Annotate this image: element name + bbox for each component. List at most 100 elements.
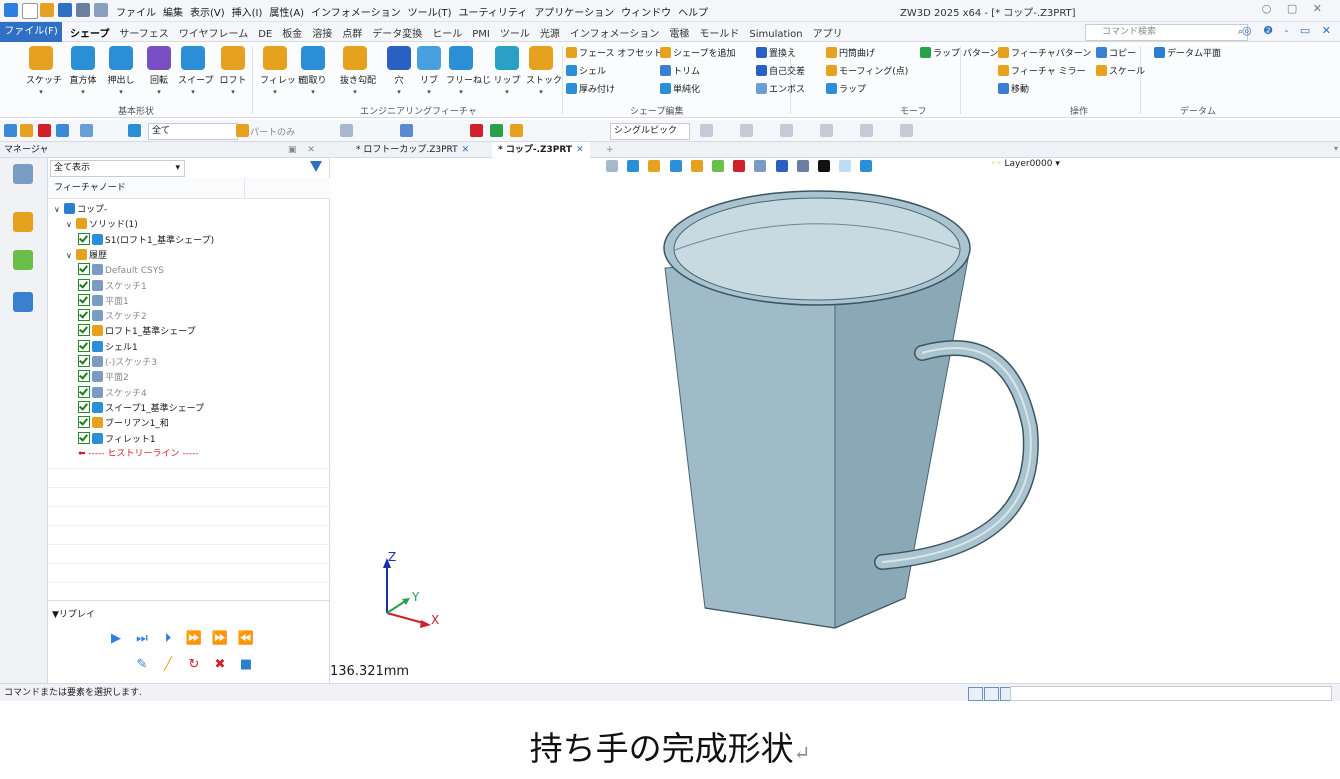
- visibility-checkbox[interactable]: [78, 263, 90, 276]
- ribbon-button[interactable]: スイープ ▾: [178, 46, 213, 96]
- ribbon-small-button[interactable]: コピー: [1096, 46, 1136, 59]
- ribbon-tab[interactable]: データ変換: [372, 29, 422, 40]
- ribbon-small-button[interactable]: 置換え: [756, 46, 796, 59]
- ribbon-button[interactable]: ストック ▾: [526, 46, 562, 96]
- replay-pen-icon[interactable]: ╱: [158, 655, 178, 675]
- view-manager-icon[interactable]: [13, 250, 33, 270]
- cup-model[interactable]: Z Y X: [330, 158, 1340, 683]
- visibility-checkbox[interactable]: [78, 400, 90, 413]
- ribbon-tab[interactable]: ワイヤフレーム: [179, 29, 248, 40]
- dropdown-arrow-icon[interactable]: ▾: [446, 88, 476, 96]
- visibility-checkbox[interactable]: [78, 324, 90, 337]
- new-file-icon[interactable]: [22, 3, 38, 19]
- ribbon-small-button[interactable]: データム平面: [1154, 46, 1221, 59]
- dropdown-arrow-icon[interactable]: ▾: [384, 88, 414, 96]
- replay-edit-icon[interactable]: ✎: [132, 655, 152, 675]
- tree-node[interactable]: ロフト1_基準シェープ: [78, 324, 196, 339]
- sketch-tool-icon[interactable]: [700, 124, 713, 137]
- replay-stop-icon[interactable]: ■: [236, 655, 256, 675]
- save-all-icon[interactable]: [76, 3, 90, 17]
- tree-node[interactable]: S1(ロフト1_基準シェープ): [78, 232, 214, 248]
- visibility-checkbox[interactable]: [78, 293, 90, 306]
- filter-select[interactable]: 全て: [148, 123, 238, 140]
- part-only-label[interactable]: パートのみ: [250, 125, 295, 138]
- dropdown-arrow-icon[interactable]: ▾: [340, 88, 370, 96]
- tree-node[interactable]: 平面2: [78, 370, 129, 385]
- part-icon[interactable]: [236, 124, 249, 137]
- expand-chevron-icon[interactable]: ∨: [66, 217, 76, 232]
- command-search-input[interactable]: コマンド検索 ⌕: [1085, 24, 1248, 41]
- tree-node[interactable]: ∨ コップ-: [54, 202, 107, 217]
- visibility-checkbox[interactable]: [78, 309, 90, 322]
- draw-tool-icon[interactable]: [740, 124, 753, 137]
- ribbon-tab[interactable]: 点群: [342, 29, 362, 40]
- tree-node[interactable]: スケッチ2: [78, 309, 147, 324]
- 3d-viewport[interactable]: ◦◦ Layer0000 ▾ ▾ Z Y X 136.321mm: [330, 144, 1340, 683]
- ribbon-button[interactable]: 穴 ▾: [384, 46, 414, 96]
- tree-node[interactable]: 平面1: [78, 293, 129, 309]
- history-manager-icon[interactable]: [13, 164, 33, 184]
- ribbon-tab[interactable]: 電極: [669, 29, 689, 40]
- snap-icon[interactable]: [340, 124, 353, 137]
- replay-next-icon[interactable]: ⏵: [158, 629, 178, 649]
- document-tab[interactable]: * コップ-.Z3PRT ✕: [492, 142, 590, 158]
- ribbon-small-button[interactable]: ラップ パターン: [920, 46, 998, 59]
- dropdown-arrow-icon[interactable]: ▾: [178, 88, 208, 96]
- replay-rewind-icon[interactable]: ⏪: [236, 629, 256, 649]
- collapse-arrow-icon[interactable]: ▾: [1334, 144, 1338, 153]
- visibility-checkbox[interactable]: [78, 370, 90, 383]
- grid-icon[interactable]: [490, 124, 503, 137]
- replay-to-end-icon[interactable]: ⏩: [210, 629, 230, 649]
- assembly-manager-icon[interactable]: [13, 212, 33, 232]
- ribbon-button[interactable]: 抜き勾配 ▾: [340, 46, 376, 96]
- ribbon-small-button[interactable]: ラップ: [826, 82, 866, 95]
- ribbon-tab[interactable]: 板金: [282, 29, 302, 40]
- menu-item[interactable]: ファイル: [116, 8, 156, 19]
- tree-node[interactable]: ∨ ソリッド(1): [66, 217, 138, 232]
- ribbon-button[interactable]: フィレット ▾: [260, 46, 305, 96]
- ribbon-button[interactable]: スケッチ ▾: [26, 46, 62, 96]
- ribbon-small-button[interactable]: 自己交差: [756, 64, 805, 77]
- tree-node[interactable]: (-)スケッチ3: [78, 355, 157, 370]
- menu-item[interactable]: 属性(A): [269, 8, 304, 19]
- help-icons[interactable]: ◎ ❷ - ▭ ✕: [1242, 24, 1335, 37]
- ribbon-tab[interactable]: 光源: [540, 29, 560, 40]
- undo-icon[interactable]: [94, 3, 108, 17]
- ribbon-tab[interactable]: 溶接: [312, 29, 332, 40]
- dropdown-arrow-icon[interactable]: ▾: [26, 88, 56, 96]
- dropdown-arrow-icon[interactable]: ▾: [298, 88, 328, 96]
- expand-chevron-icon[interactable]: ∨: [66, 248, 76, 263]
- dropdown-arrow-icon[interactable]: ▾: [218, 88, 248, 96]
- menu-item[interactable]: ヘルプ: [678, 8, 708, 19]
- ribbon-small-button[interactable]: 単純化: [660, 82, 700, 95]
- view-tool-icon[interactable]: [860, 124, 873, 137]
- dropdown-arrow-icon[interactable]: ▾: [526, 88, 556, 96]
- tree-node[interactable]: ⬅ ----- ヒストリーライン -----: [78, 447, 199, 462]
- visibility-checkbox[interactable]: [78, 385, 90, 398]
- menu-item[interactable]: 表示(V): [190, 8, 225, 19]
- visibility-checkbox[interactable]: [78, 431, 90, 444]
- select-icon[interactable]: [4, 124, 17, 137]
- ribbon-small-button[interactable]: 移動: [998, 82, 1029, 95]
- annotate-tool-icon[interactable]: [820, 124, 833, 137]
- menu-item[interactable]: 挿入(I): [232, 8, 263, 19]
- menu-item[interactable]: 編集: [163, 8, 183, 19]
- ribbon-button[interactable]: リブ ▾: [414, 46, 444, 96]
- menu-item[interactable]: ユーティリティ: [459, 8, 528, 19]
- ribbon-button[interactable]: ロフト ▾: [218, 46, 248, 96]
- ribbon-button[interactable]: フリーねじ ▾: [446, 46, 491, 96]
- ribbon-small-button[interactable]: トリム: [660, 64, 700, 77]
- menu-item[interactable]: ウィンドウ: [621, 8, 671, 19]
- line-filter-icon[interactable]: [38, 124, 51, 137]
- ribbon-button[interactable]: リップ ▾: [492, 46, 522, 96]
- manager-controls[interactable]: ▣ ✕: [288, 142, 319, 158]
- tree-node[interactable]: スイープ1_基準シェープ: [78, 400, 204, 416]
- measure-tool-icon[interactable]: [780, 124, 793, 137]
- ribbon-small-button[interactable]: スケール: [1096, 64, 1145, 77]
- ribbon-button[interactable]: 直方体 ▾: [68, 46, 98, 96]
- ribbon-tab[interactable]: Simulation: [749, 29, 802, 40]
- dropdown-arrow-icon[interactable]: ▾: [260, 88, 290, 96]
- save-icon[interactable]: [58, 3, 72, 17]
- tree-node[interactable]: ∨ 履歴: [66, 248, 107, 263]
- ribbon-tab[interactable]: ヒール: [432, 29, 462, 40]
